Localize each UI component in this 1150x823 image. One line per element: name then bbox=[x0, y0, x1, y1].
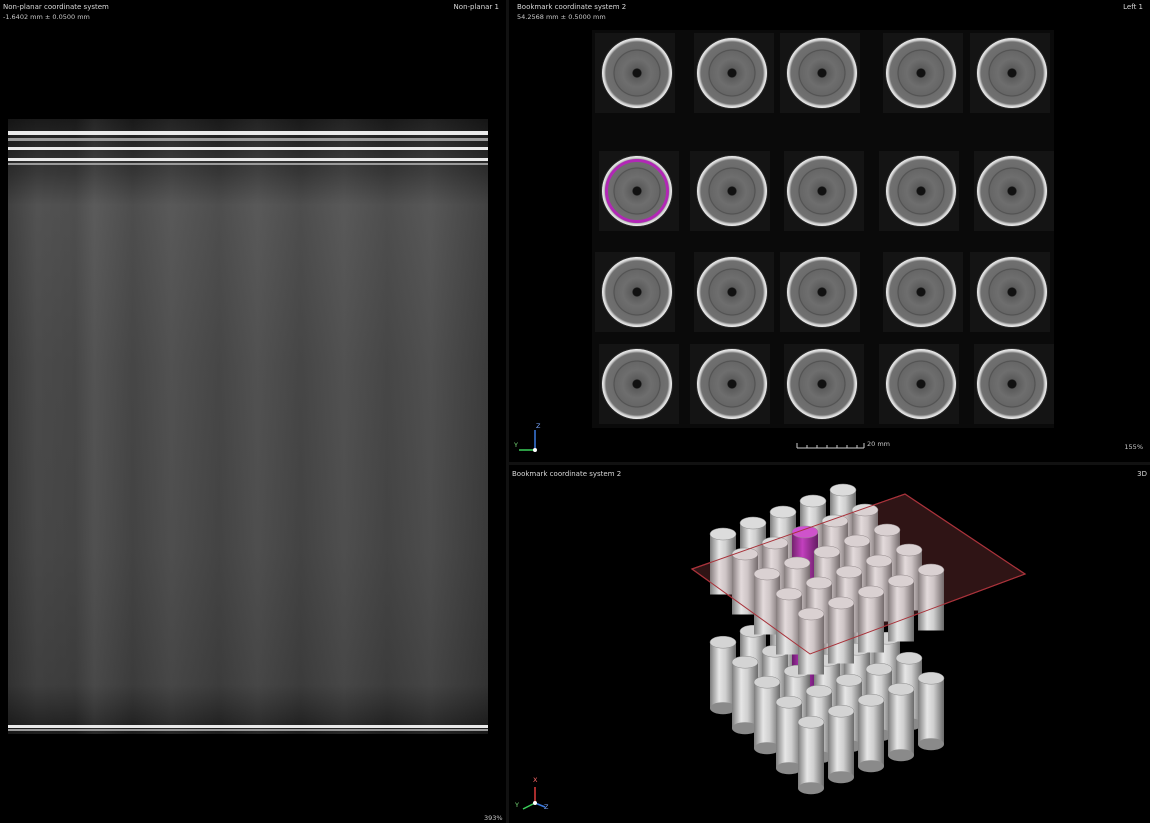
left-zoom-level[interactable]: 393% bbox=[484, 814, 503, 823]
cylinder-top bbox=[895, 651, 923, 665]
slice-edge-band bbox=[8, 163, 488, 165]
bottom-right-coordinate-system-label: Bookmark coordinate system 2 bbox=[512, 470, 622, 478]
sample-disc[interactable] bbox=[697, 349, 767, 419]
sample-disc[interactable] bbox=[886, 38, 956, 108]
cylinder-top bbox=[753, 675, 781, 689]
sample-disc[interactable] bbox=[697, 257, 767, 327]
left-slice-position: -1.6402 mm ± 0.0500 mm bbox=[3, 13, 90, 21]
sample-disc[interactable] bbox=[886, 349, 956, 419]
sample-disc[interactable] bbox=[977, 38, 1047, 108]
axis-triad-2d bbox=[519, 430, 537, 452]
sample-disc[interactable] bbox=[787, 257, 857, 327]
sample-disc[interactable] bbox=[977, 257, 1047, 327]
slice-edge-band bbox=[8, 158, 488, 161]
volume-render-3d[interactable] bbox=[680, 474, 1040, 823]
top-right-view-name[interactable]: Left 1 bbox=[1123, 3, 1143, 12]
cylinder-top bbox=[797, 715, 825, 729]
sample-disc[interactable] bbox=[787, 156, 857, 226]
scale-bar bbox=[796, 443, 865, 449]
axis-z-label-3d: Z bbox=[544, 803, 549, 811]
axis-z-label: Z bbox=[536, 422, 541, 430]
cross-section-grid[interactable] bbox=[592, 30, 1054, 428]
cylinder-top bbox=[805, 684, 833, 698]
cylinder-bottom bbox=[798, 782, 824, 795]
cylinder-top bbox=[775, 695, 803, 709]
cylinder-top bbox=[835, 673, 863, 687]
scale-bar-label: 20 mm bbox=[867, 440, 891, 448]
cylinder-top bbox=[709, 635, 737, 649]
axis-x-label: X bbox=[533, 776, 538, 784]
sample-disc[interactable] bbox=[787, 38, 857, 108]
sample-disc[interactable] bbox=[602, 257, 672, 327]
slice-edge-band bbox=[8, 725, 488, 728]
cylinder-bottom bbox=[858, 760, 884, 773]
cylinder-top bbox=[739, 516, 767, 530]
bottom-right-view-name[interactable]: 3D bbox=[1137, 470, 1147, 479]
top-right-coordinate-system-label: Bookmark coordinate system 2 bbox=[517, 3, 627, 11]
sample-disc[interactable] bbox=[977, 156, 1047, 226]
slice-edge-band bbox=[8, 147, 488, 150]
ct-slice-image[interactable] bbox=[8, 119, 488, 734]
cylinder bbox=[828, 711, 854, 778]
left-coordinate-system-label: Non-planar coordinate system bbox=[3, 3, 109, 11]
cylinder-top bbox=[709, 527, 737, 541]
top-right-zoom-level[interactable]: 155% bbox=[1124, 443, 1143, 452]
cylinder-top bbox=[865, 662, 893, 676]
sample-disc[interactable] bbox=[602, 38, 672, 108]
left-viewport[interactable]: Non-planar coordinate system -1.6402 mm … bbox=[0, 0, 506, 823]
cylinder-top bbox=[799, 494, 827, 508]
slice-edge-band bbox=[8, 138, 488, 141]
sample-disc[interactable] bbox=[977, 349, 1047, 419]
cylinder-top bbox=[887, 682, 915, 696]
cylinder-top bbox=[731, 655, 759, 669]
left-view-name[interactable]: Non-planar 1 bbox=[454, 3, 499, 12]
sample-disc[interactable] bbox=[886, 156, 956, 226]
slice-edge-band bbox=[8, 729, 488, 731]
sample-disc[interactable] bbox=[886, 257, 956, 327]
cylinder bbox=[858, 700, 884, 767]
top-right-slice-position: 54.2568 mm ± 0.5000 mm bbox=[517, 13, 606, 21]
cylinder-top bbox=[769, 505, 797, 519]
slice-edge-band bbox=[8, 131, 488, 135]
axis-y-label: Y bbox=[514, 441, 518, 449]
axis-y-label-3d: Y bbox=[515, 801, 519, 809]
cylinder bbox=[918, 678, 944, 745]
cylinder-top bbox=[917, 671, 945, 685]
top-right-viewport[interactable]: Bookmark coordinate system 2 54.2568 mm … bbox=[509, 0, 1150, 462]
cylinder-bottom bbox=[918, 738, 944, 751]
cylinder-top bbox=[829, 483, 857, 497]
cylinder-top bbox=[827, 704, 855, 718]
bottom-right-viewport[interactable]: Bookmark coordinate system 2 3D X Y Z bbox=[509, 465, 1150, 823]
cylinder bbox=[798, 722, 824, 789]
sample-disc[interactable] bbox=[787, 349, 857, 419]
sample-disc[interactable] bbox=[697, 156, 767, 226]
cylinder-bottom bbox=[888, 749, 914, 762]
selected-sample-disc[interactable] bbox=[602, 156, 672, 226]
sample-disc[interactable] bbox=[697, 38, 767, 108]
sample-disc[interactable] bbox=[602, 349, 672, 419]
cylinder bbox=[888, 689, 914, 756]
cylinder-bottom bbox=[828, 771, 854, 784]
cylinder-top bbox=[857, 693, 885, 707]
